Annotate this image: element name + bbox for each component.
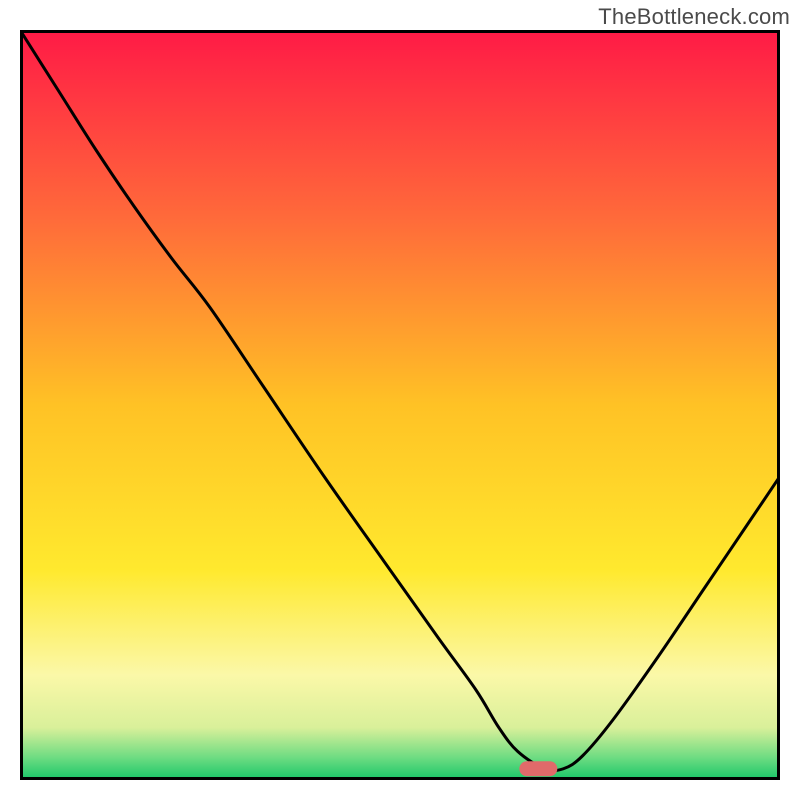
watermark-text: TheBottleneck.com bbox=[598, 4, 790, 30]
chart-svg bbox=[20, 30, 780, 780]
highlight-pill bbox=[519, 761, 557, 776]
gradient-background bbox=[20, 30, 780, 780]
plot-area bbox=[20, 30, 780, 780]
chart-frame: TheBottleneck.com bbox=[0, 0, 800, 800]
